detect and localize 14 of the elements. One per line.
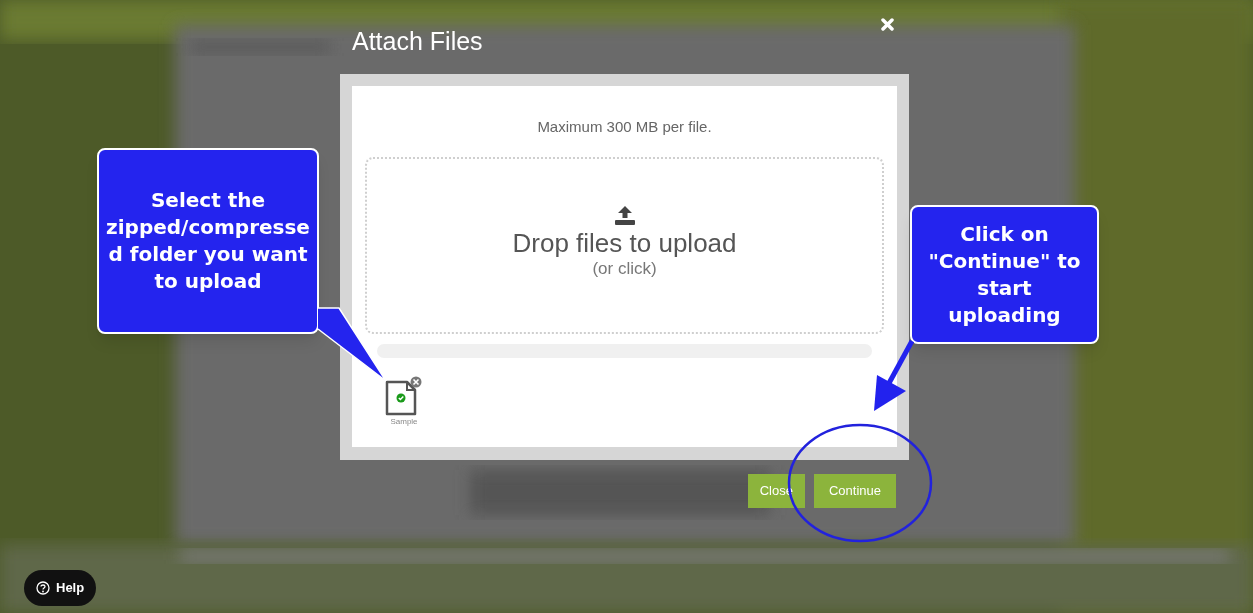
size-note: Maximum 300 MB per file. xyxy=(537,117,712,137)
help-button[interactable]: Help xyxy=(24,570,97,606)
file-icon[interactable] xyxy=(385,375,423,416)
file-name: Sample xyxy=(390,416,418,427)
callout: Select the zipped/compressed folder you want to upload xyxy=(97,148,319,334)
drop-zone[interactable]: Drop files to upload (or click) xyxy=(365,156,884,334)
upload-icon xyxy=(613,205,636,225)
drop-hint: (or click) xyxy=(592,259,657,279)
modal-title: Attach Files xyxy=(352,26,483,57)
help-icon xyxy=(36,581,50,595)
callout: Click on "Continue" to start uploading xyxy=(910,205,1099,344)
close-icon[interactable] xyxy=(881,18,894,31)
arrow xyxy=(874,339,915,411)
drop-title: Drop files to upload xyxy=(512,227,737,259)
